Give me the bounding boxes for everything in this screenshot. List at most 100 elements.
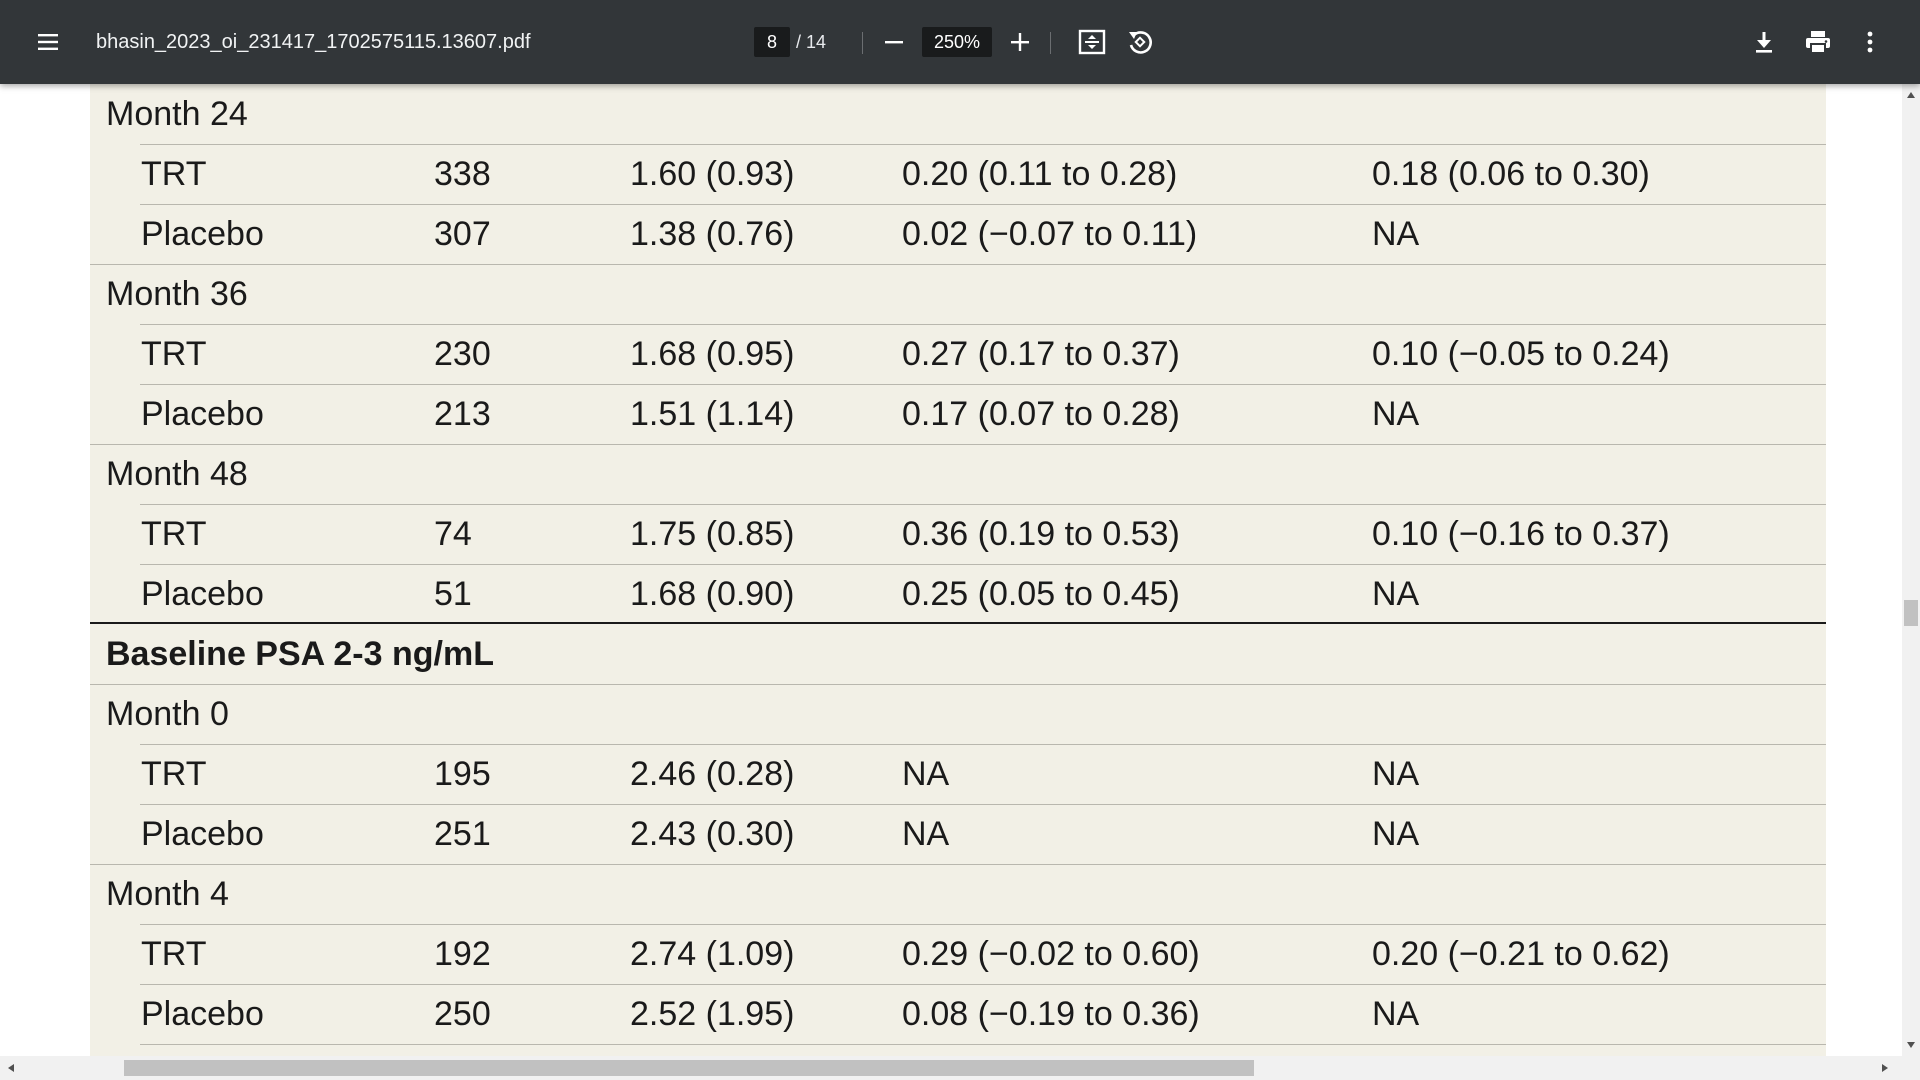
cell-difference: NA [1372, 575, 1420, 613]
section-title: Baseline PSA 2-3 ng/mL [106, 635, 494, 673]
table-row: TRT 230 1.68 (0.95) 0.27 (0.17 to 0.37) … [90, 324, 1826, 384]
cell-mean-sd: 2.52 (1.95) [630, 995, 795, 1033]
cell-group: TRT [141, 155, 207, 193]
zoom-in-button[interactable] [998, 20, 1042, 64]
download-button[interactable] [1742, 20, 1786, 64]
fit-to-page-button[interactable] [1070, 20, 1114, 64]
cell-group: TRT [141, 515, 207, 553]
cell-n: 213 [434, 395, 491, 433]
pdf-viewer[interactable]: Month 24 TRT 338 1.60 (0.93) 0.20 (0.11 … [0, 84, 1902, 1056]
cell-n: 230 [434, 335, 491, 373]
toolbar-divider [1050, 32, 1051, 54]
group-label: Month 4 [106, 875, 229, 913]
cell-difference: NA [1372, 215, 1420, 253]
table-group-row: Month 48 [90, 444, 1826, 504]
scroll-right-icon[interactable] [1882, 1064, 1888, 1072]
cell-difference: 0.10 (−0.16 to 0.37) [1372, 515, 1670, 553]
table-row: TRT 338 1.60 (0.93) 0.20 (0.11 to 0.28) … [90, 144, 1826, 204]
cell-mean-sd: 1.68 (0.90) [630, 575, 795, 613]
cell-change: NA [902, 755, 950, 793]
minus-icon [885, 41, 903, 44]
scroll-left-icon[interactable] [8, 1064, 14, 1072]
cell-mean-sd: 1.60 (0.93) [630, 155, 795, 193]
horizontal-scrollbar[interactable] [0, 1056, 1902, 1080]
cell-group: TRT [141, 935, 207, 973]
cell-group: Placebo [141, 815, 264, 853]
cell-change: 0.02 (−0.07 to 0.11) [902, 215, 1198, 253]
plus-icon [1011, 33, 1029, 51]
cell-group: TRT [141, 335, 207, 373]
cell-n: 250 [434, 995, 491, 1033]
table-group-row: Month 4 [90, 864, 1826, 924]
cell-change: 0.08 (−0.19 to 0.36) [902, 995, 1200, 1033]
cell-difference: 0.20 (−0.21 to 0.62) [1372, 935, 1670, 973]
cell-mean-sd: 1.68 (0.95) [630, 335, 795, 373]
vertical-scroll-thumb[interactable] [1904, 600, 1918, 626]
table-row: Placebo 251 2.43 (0.30) NA NA [90, 804, 1826, 864]
cell-mean-sd: 2.43 (0.30) [630, 815, 795, 853]
rotate-icon [1129, 31, 1152, 54]
cell-mean-sd: 2.46 (0.28) [630, 755, 795, 793]
cell-group: Placebo [141, 575, 264, 613]
cell-group: Placebo [141, 395, 264, 433]
cell-change: 0.29 (−0.02 to 0.60) [902, 935, 1200, 973]
cell-difference: NA [1372, 815, 1420, 853]
more-options-button[interactable] [1848, 20, 1892, 64]
pdf-toolbar: bhasin_2023_oi_231417_1702575115.13607.p… [0, 0, 1920, 84]
group-label: Month 0 [106, 695, 229, 733]
table-row: Placebo 51 1.68 (0.90) 0.25 (0.05 to 0.4… [90, 564, 1826, 624]
cell-n: 338 [434, 155, 491, 193]
table-row: Placebo 213 1.51 (1.14) 0.17 (0.07 to 0.… [90, 384, 1826, 444]
scrollbar-corner [1902, 1056, 1920, 1080]
cell-n: 307 [434, 215, 491, 253]
cell-difference: NA [1372, 395, 1420, 433]
rotate-button[interactable] [1118, 20, 1162, 64]
horizontal-scroll-thumb[interactable] [124, 1060, 1254, 1076]
cell-change: 0.27 (0.17 to 0.37) [902, 335, 1180, 373]
download-icon [1756, 32, 1772, 53]
cell-difference: NA [1372, 995, 1420, 1033]
table-row: TRT 192 2.74 (1.09) 0.29 (−0.02 to 0.60)… [90, 924, 1826, 984]
group-label: Month 36 [106, 275, 248, 313]
cell-n: 195 [434, 755, 491, 793]
page-total: / 14 [796, 32, 827, 52]
cell-change: 0.36 (0.19 to 0.53) [902, 515, 1180, 553]
cell-difference: NA [1372, 755, 1420, 793]
cell-change: 0.17 (0.07 to 0.28) [902, 395, 1180, 433]
print-icon [1806, 31, 1830, 54]
row-divider [140, 1044, 1826, 1045]
pdf-page: Month 24 TRT 338 1.60 (0.93) 0.20 (0.11 … [90, 84, 1826, 1056]
fit-to-page-icon [1078, 29, 1106, 55]
cell-change: NA [902, 815, 950, 853]
scroll-up-icon[interactable] [1907, 92, 1915, 98]
cell-difference: 0.18 (0.06 to 0.30) [1372, 155, 1650, 193]
cell-n: 51 [434, 575, 472, 613]
vertical-scrollbar[interactable] [1902, 84, 1920, 1056]
cell-change: 0.20 (0.11 to 0.28) [902, 155, 1178, 193]
table-section-row: Baseline PSA 2-3 ng/mL [90, 624, 1826, 684]
more-vert-icon [1867, 31, 1873, 53]
cell-mean-sd: 1.38 (0.76) [630, 215, 795, 253]
table-row: TRT 74 1.75 (0.85) 0.36 (0.19 to 0.53) 0… [90, 504, 1826, 564]
cell-group: Placebo [141, 995, 264, 1033]
print-button[interactable] [1796, 20, 1840, 64]
table-group-row: Month 24 [90, 84, 1826, 144]
hamburger-menu-icon[interactable] [26, 20, 70, 64]
scroll-down-icon[interactable] [1907, 1042, 1915, 1048]
cell-group: TRT [141, 755, 207, 793]
document-title: bhasin_2023_oi_231417_1702575115.13607.p… [96, 31, 531, 53]
cell-mean-sd: 1.75 (0.85) [630, 515, 795, 553]
table-group-row: Month 0 [90, 684, 1826, 744]
cell-change: 0.25 (0.05 to 0.45) [902, 575, 1180, 613]
cell-n: 74 [434, 515, 472, 553]
table-group-row: Month 36 [90, 264, 1826, 324]
zoom-level-input[interactable]: 250% [922, 27, 992, 57]
cell-mean-sd: 2.74 (1.09) [630, 935, 795, 973]
cell-mean-sd: 1.51 (1.14) [630, 395, 795, 433]
page-number-input[interactable]: 8 [754, 27, 790, 57]
table-row: TRT 195 2.46 (0.28) NA NA [90, 744, 1826, 804]
cell-difference: 0.10 (−0.05 to 0.24) [1372, 335, 1670, 373]
table-row: Placebo 250 2.52 (1.95) 0.08 (−0.19 to 0… [90, 984, 1826, 1044]
cell-n: 251 [434, 815, 491, 853]
zoom-out-button[interactable] [872, 20, 916, 64]
